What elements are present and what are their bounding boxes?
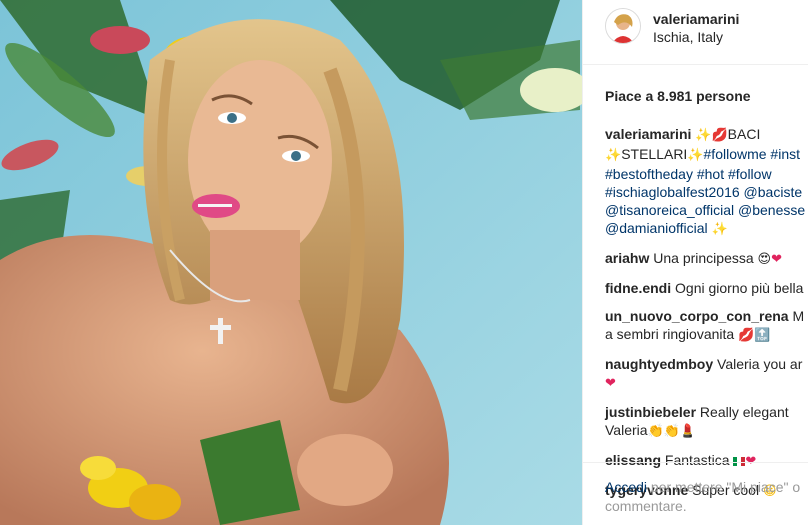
post-footer: Accedi per mettere "Mi piace" o commenta…	[583, 462, 808, 525]
post-photo[interactable]	[0, 0, 582, 525]
sparkles-icon: ✨	[605, 148, 622, 163]
kiss-mark-icon: 💋	[738, 328, 755, 343]
post-location[interactable]: Ischia, Italy	[653, 29, 723, 45]
comment-item: ariahw Una principessa 😍❤	[605, 249, 808, 269]
clapping-hands-icon: 👏	[663, 424, 680, 439]
comment-username[interactable]: un_nuovo_corpo_con_rena	[605, 308, 789, 324]
comment-item: un_nuovo_corpo_con_rena M a sembri ringi…	[605, 307, 808, 345]
comment-text: Valeria you ar	[717, 356, 803, 372]
login-prompt-text: per mettere "Mi piace" o	[647, 479, 801, 495]
caption-username[interactable]: valeriamarini	[605, 126, 691, 142]
comment-item: justinbiebeler Really elegant Valeria👏👏💄	[605, 403, 808, 441]
comment-item: fidne.endi Ogni giorno più bella	[605, 279, 808, 297]
post-username[interactable]: valeriamarini	[653, 11, 739, 27]
comment-text: M	[792, 308, 805, 324]
heart-eyes-emoji-icon: 😍	[757, 252, 772, 267]
comment-text: Una principessa	[653, 250, 754, 266]
red-heart-icon: ❤	[771, 252, 782, 267]
likes-count[interactable]: Piace a 8.981 persone	[605, 88, 751, 104]
hashtag-link[interactable]: #followme #inst	[704, 146, 801, 162]
comments-list: valeriamarini ✨💋BACI ✨STELLARI✨#followme…	[605, 125, 808, 511]
comment-username[interactable]: justinbiebeler	[605, 404, 696, 420]
red-heart-icon: ❤	[605, 376, 616, 391]
comment-username[interactable]: ariahw	[605, 250, 649, 266]
hashtag-link[interactable]: #bestoftheday #hot #follow	[605, 165, 808, 183]
post-photo-illustration	[0, 0, 582, 525]
comment-text: Ogni giorno più bella	[675, 280, 804, 296]
avatar[interactable]	[605, 8, 641, 44]
top-arrow-icon: 🔝	[754, 328, 771, 343]
login-prompt: Accedi per mettere "Mi piace" o commenta…	[605, 478, 808, 516]
login-prompt-text: commentare.	[605, 498, 687, 514]
comment-username[interactable]: naughtyedmboy	[605, 356, 713, 372]
mention-link[interactable]: @damianiofficial	[605, 220, 708, 236]
post-header: valeriamarini Ischia, Italy	[583, 0, 808, 65]
kiss-mark-icon: 💋	[711, 128, 728, 143]
sparkles-icon: ✨	[687, 148, 704, 163]
sparkles-icon: ✨	[711, 222, 728, 237]
lipstick-icon: 💄	[679, 424, 697, 439]
comment-username[interactable]: fidne.endi	[605, 280, 671, 296]
login-link[interactable]: Accedi	[605, 479, 647, 495]
post-side-panel: valeriamarini Ischia, Italy Piace a 8.98…	[582, 0, 808, 525]
caption-text: BACI	[727, 126, 761, 142]
comment-text: Valeria	[605, 422, 648, 438]
caption-text: STELLARI	[621, 146, 688, 162]
comment-text: Really elegant	[699, 404, 789, 420]
avatar-image	[606, 9, 640, 43]
mention-link[interactable]: @tisanoreica_official @benesse	[605, 201, 808, 219]
comment-item: naughtyedmboy Valeria you ar ❤	[605, 355, 808, 393]
clapping-hands-icon: 👏	[647, 424, 664, 439]
caption: valeriamarini ✨💋BACI ✨STELLARI✨#followme…	[605, 125, 808, 239]
comment-text: a sembri ringiovanita	[605, 326, 735, 342]
hashtag-link[interactable]: #ischiaglobalfest2016 @baciste	[605, 183, 808, 201]
sparkles-icon: ✨	[695, 128, 712, 143]
